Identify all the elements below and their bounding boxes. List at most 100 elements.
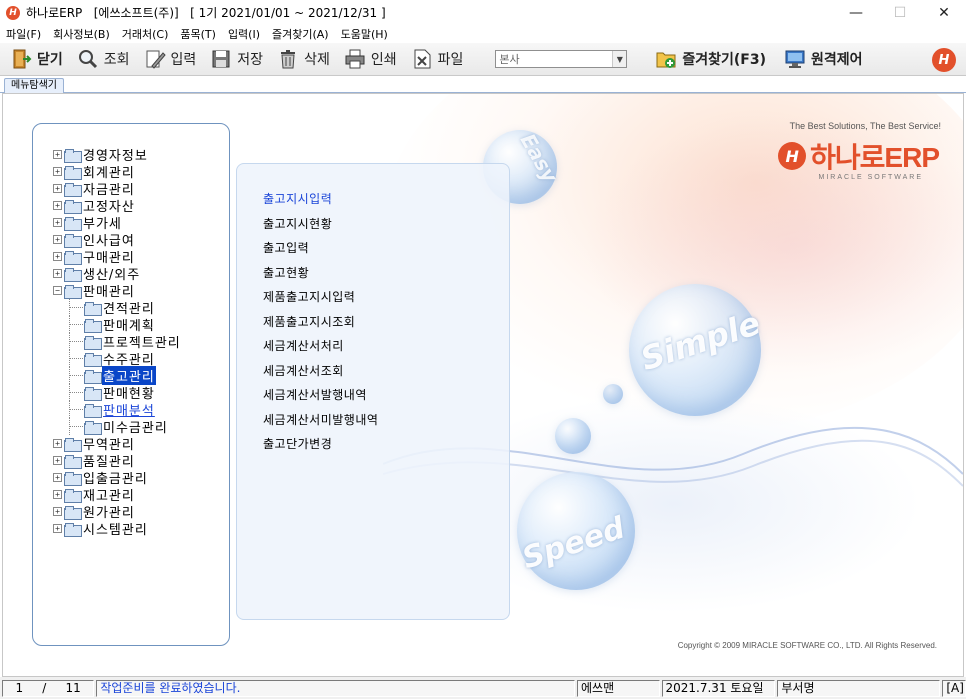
status-page-indicator: 1 / 11 bbox=[2, 679, 95, 697]
folder-icon bbox=[84, 301, 102, 316]
menu-favorites[interactable]: 즐겨찾기(A) bbox=[266, 26, 335, 42]
tree-item-vat[interactable]: + 부가세 bbox=[53, 214, 182, 232]
page-total: 11 bbox=[65, 680, 81, 695]
expand-icon[interactable]: + bbox=[53, 269, 62, 278]
remote-control-button[interactable]: 원격제어 bbox=[784, 46, 863, 72]
expand-icon[interactable]: + bbox=[53, 473, 62, 482]
folder-icon bbox=[64, 471, 82, 486]
menu-item-master[interactable]: 품목(T) bbox=[174, 26, 222, 42]
tree-item-cash[interactable]: + 입출금관리 bbox=[53, 469, 182, 487]
expand-icon[interactable]: + bbox=[53, 218, 62, 227]
close-window-button[interactable]: ✕ bbox=[922, 0, 966, 25]
expand-icon[interactable]: + bbox=[53, 524, 62, 533]
window-title: 하나로ERP [에쓰소프트(주)] [ 1기 2021/01/01 ~ 2021… bbox=[26, 6, 386, 20]
tree-item-sales-plan[interactable]: 판매계획 bbox=[53, 316, 182, 334]
folder-icon bbox=[84, 386, 102, 401]
expand-icon[interactable]: + bbox=[53, 201, 62, 210]
tree-item-sales-analysis[interactable]: 판매분석 bbox=[53, 401, 182, 419]
tree-item-trade[interactable]: + 무역관리 bbox=[53, 435, 182, 453]
menu-tree: + 경영자정보 + 회계관리 + 자금관리 + 고정자산 + 부가세 + 인사급여 + 구매관… bbox=[53, 146, 182, 538]
status-mode: [A] bbox=[942, 679, 966, 697]
tree-item-sales-status[interactable]: 판매현황 bbox=[53, 384, 182, 402]
tree-item-projects[interactable]: 프로젝트관리 bbox=[53, 333, 182, 351]
folder-icon bbox=[64, 522, 82, 537]
tree-item-estimates[interactable]: 견적관리 bbox=[53, 299, 182, 317]
search-icon bbox=[77, 48, 99, 70]
submenu-item-tax-invoice-process[interactable]: 세금계산서처리 bbox=[263, 337, 378, 362]
tree-item-fixed-assets[interactable]: + 고정자산 bbox=[53, 197, 182, 215]
favorites-button[interactable]: 즐겨찾기(F3) bbox=[655, 46, 766, 72]
window-controls: — ☐ ✕ bbox=[834, 0, 966, 25]
tree-item-inventory[interactable]: + 재고관리 bbox=[53, 486, 182, 504]
trash-icon bbox=[277, 48, 299, 70]
file-button[interactable]: 파일 bbox=[411, 46, 463, 72]
folder-icon bbox=[84, 420, 102, 435]
print-button[interactable]: 인쇄 bbox=[344, 46, 397, 72]
expand-icon[interactable]: + bbox=[53, 184, 62, 193]
minimize-button[interactable]: — bbox=[834, 0, 878, 25]
tab-menu-explorer[interactable]: 메뉴탐색기 bbox=[4, 78, 64, 93]
collapse-icon[interactable]: − bbox=[53, 286, 62, 295]
tree-item-receivables[interactable]: 미수금관리 bbox=[53, 418, 182, 436]
submenu-item-shipping-order-status[interactable]: 출고지시현황 bbox=[263, 215, 378, 240]
input-button[interactable]: 입력 bbox=[144, 46, 196, 72]
submenu-item-shipping-entry[interactable]: 출고입력 bbox=[263, 239, 378, 264]
folder-icon bbox=[84, 318, 102, 333]
main-area: Easy Simple Speed The Best Solutions, Th… bbox=[2, 93, 964, 677]
tree-item-executive[interactable]: + 경영자정보 bbox=[53, 146, 182, 164]
status-date: 2021.7.31 토요일 bbox=[661, 679, 776, 697]
close-button[interactable]: 닫기 bbox=[10, 46, 63, 72]
tree-item-quality[interactable]: + 품질관리 bbox=[53, 452, 182, 470]
submenu-item-shipping-status[interactable]: 출고현황 bbox=[263, 264, 378, 289]
submenu-item-product-shipping-order-entry[interactable]: 제품출고지시입력 bbox=[263, 288, 378, 313]
tree-item-system[interactable]: + 시스템관리 bbox=[53, 520, 182, 538]
brand-logo: H 하나로ERP bbox=[778, 136, 940, 176]
tree-item-purchasing[interactable]: + 구매관리 bbox=[53, 248, 182, 266]
submenu-item-shipping-price-change[interactable]: 출고단가변경 bbox=[263, 435, 378, 460]
maximize-button[interactable]: ☐ bbox=[878, 0, 922, 25]
tree-item-payroll[interactable]: + 인사급여 bbox=[53, 231, 182, 249]
save-button-label: 저장 bbox=[237, 52, 264, 68]
search-button[interactable]: 조회 bbox=[77, 46, 130, 72]
menu-help[interactable]: 도움말(H) bbox=[335, 26, 394, 42]
tree-item-sales[interactable]: − 판매관리 bbox=[53, 282, 182, 300]
branch-select[interactable]: 본사 ▼ bbox=[495, 50, 628, 68]
submenu-item-product-shipping-order-query[interactable]: 제품출고지시조회 bbox=[263, 313, 378, 338]
expand-icon[interactable]: + bbox=[53, 167, 62, 176]
submenu-item-shipping-order-entry[interactable]: 출고지시입력 bbox=[263, 190, 378, 215]
tree-item-production[interactable]: + 생산/외주 bbox=[53, 265, 182, 283]
tree-item-accounting[interactable]: + 회계관리 bbox=[53, 163, 182, 181]
delete-button[interactable]: 삭제 bbox=[277, 46, 330, 72]
submenu-item-tax-invoice-issued[interactable]: 세금계산서발행내역 bbox=[263, 386, 378, 411]
expand-icon[interactable]: + bbox=[53, 252, 62, 261]
folder-icon bbox=[64, 250, 82, 265]
branch-select-value: 본사 bbox=[499, 53, 520, 66]
folder-plus-icon bbox=[655, 48, 677, 70]
tree-item-orders[interactable]: 수주관리 bbox=[53, 350, 182, 368]
tree-item-cost[interactable]: + 원가관리 bbox=[53, 503, 182, 521]
menu-input[interactable]: 입력(I) bbox=[222, 26, 266, 42]
expand-icon[interactable]: + bbox=[53, 235, 62, 244]
expand-icon[interactable]: + bbox=[53, 490, 62, 499]
tree-item-funds[interactable]: + 자금관리 bbox=[53, 180, 182, 198]
expand-icon[interactable]: + bbox=[53, 507, 62, 516]
folder-icon bbox=[64, 182, 82, 197]
favorites-button-label: 즐겨찾기(F3) bbox=[682, 52, 766, 68]
folder-icon bbox=[64, 505, 82, 520]
submenu-panel: 출고지시입력 출고지시현황 출고입력 출고현황 제품출고지시입력 제품출고지시조… bbox=[236, 163, 510, 620]
expand-icon[interactable]: + bbox=[53, 150, 62, 159]
tree-item-shipping[interactable]: 출고관리 bbox=[53, 366, 182, 385]
menu-customer[interactable]: 거래처(C) bbox=[116, 26, 175, 42]
expand-icon[interactable]: + bbox=[53, 456, 62, 465]
menu-company[interactable]: 회사정보(B) bbox=[47, 26, 116, 42]
submenu-item-tax-invoice-query[interactable]: 세금계산서조회 bbox=[263, 362, 378, 387]
excel-file-icon bbox=[411, 48, 433, 70]
tree-item-label: 시스템관리 bbox=[83, 523, 148, 538]
expand-icon[interactable]: + bbox=[53, 439, 62, 448]
page-separator: / bbox=[42, 680, 47, 695]
folder-icon bbox=[84, 352, 102, 367]
submenu-item-tax-invoice-unissued[interactable]: 세금계산서미발행내역 bbox=[263, 411, 378, 436]
save-button[interactable]: 저장 bbox=[210, 46, 263, 72]
chevron-down-icon: ▼ bbox=[612, 51, 627, 67]
menu-file[interactable]: 파일(F) bbox=[0, 26, 47, 42]
